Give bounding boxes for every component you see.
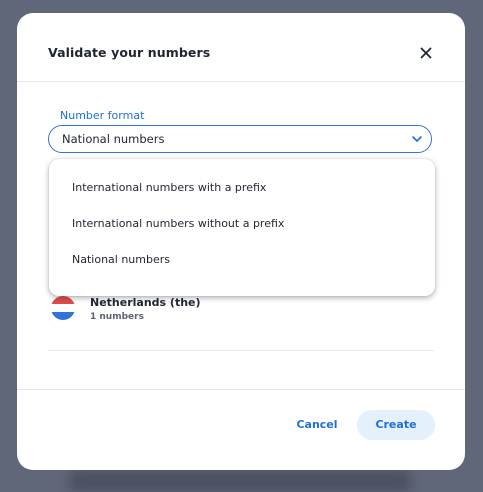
dropdown-option-label: National numbers xyxy=(72,253,170,266)
dialog-title: Validate your numbers xyxy=(48,45,211,60)
modal-backdrop-shadow xyxy=(70,470,410,492)
dropdown-option-international-without-prefix[interactable]: International numbers without a prefix xyxy=(49,209,435,239)
dropdown-option-national[interactable]: National numbers xyxy=(49,245,435,275)
country-number-count: 1 numbers xyxy=(90,312,144,322)
number-format-select[interactable]: National numbers xyxy=(48,125,432,153)
number-format-dropdown-menu: International numbers with a prefix Inte… xyxy=(49,159,435,296)
country-row[interactable]: Netherlands (the) 1 numbers xyxy=(48,293,434,331)
country-name: Netherlands (the) xyxy=(90,296,201,309)
dropdown-option-label: International numbers with a prefix xyxy=(72,181,267,194)
dropdown-option-international-with-prefix[interactable]: International numbers with a prefix xyxy=(49,173,435,203)
number-format-selected-value: National numbers xyxy=(62,132,165,146)
dropdown-option-label: International numbers without a prefix xyxy=(72,217,285,230)
list-divider xyxy=(48,350,434,351)
cancel-button[interactable]: Cancel xyxy=(289,410,345,440)
close-button[interactable] xyxy=(415,42,437,64)
dialog-header: Validate your numbers xyxy=(17,13,465,82)
footer-divider xyxy=(17,389,465,390)
number-format-label: Number format xyxy=(60,109,145,122)
chevron-down-icon xyxy=(412,136,422,142)
create-button[interactable]: Create xyxy=(357,410,435,440)
netherlands-flag-icon xyxy=(51,296,75,320)
validate-numbers-dialog: Validate your numbers Number format Nati… xyxy=(17,13,465,470)
close-icon xyxy=(420,47,432,59)
